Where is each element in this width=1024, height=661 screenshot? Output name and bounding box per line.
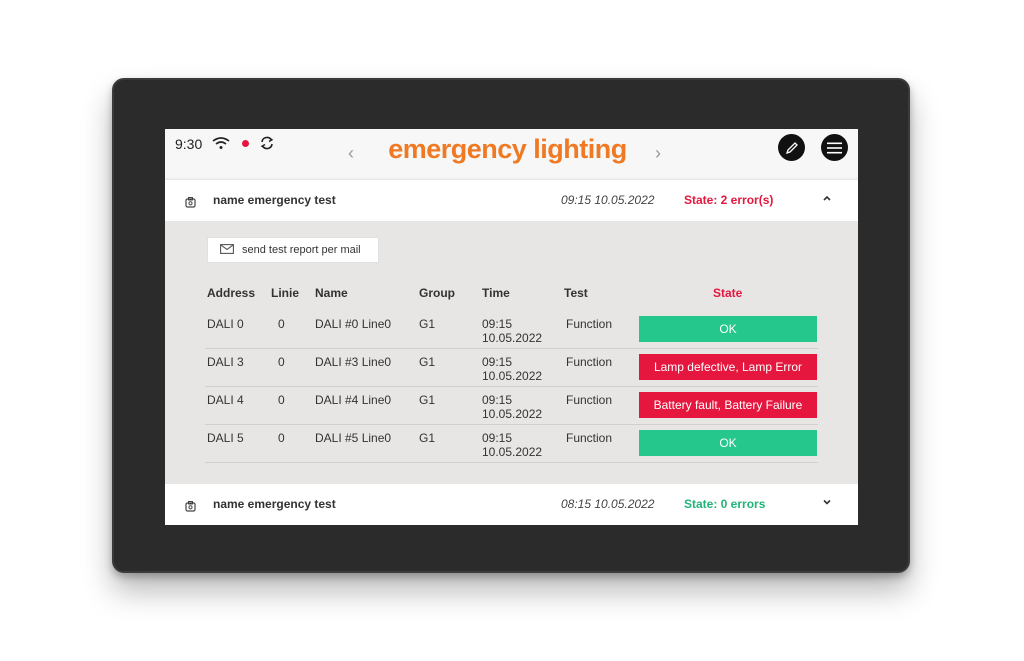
- cell-name: DALI #4 Line0: [315, 393, 392, 407]
- cell-time: 09:15: [482, 317, 513, 331]
- cell-test: Function: [566, 431, 613, 445]
- cell-address: DALI 5: [207, 431, 244, 445]
- cell-group: G1: [419, 317, 436, 331]
- cell-test: Function: [566, 355, 613, 369]
- cell-test: Function: [566, 317, 613, 331]
- state-badge: OK: [639, 430, 817, 456]
- mail-icon: [220, 241, 234, 259]
- cell-time: 09:15: [482, 431, 513, 445]
- cell-address: DALI 0: [207, 317, 244, 331]
- column-header-name: Name: [315, 286, 348, 300]
- page-title: emergency lighting: [388, 134, 627, 164]
- hamburger-icon: [827, 142, 842, 153]
- cell-group: G1: [419, 431, 436, 445]
- clock: 9:30: [175, 136, 203, 152]
- cell-name: DALI #0 Line0: [315, 317, 392, 331]
- test-icon: [185, 499, 196, 517]
- wifi-icon: [212, 136, 230, 155]
- previous-page-icon[interactable]: ‹: [348, 143, 354, 164]
- cell-date: 10.05.2022: [482, 407, 543, 421]
- cell-time: 09:15: [482, 355, 513, 369]
- next-page-icon[interactable]: ›: [655, 143, 661, 164]
- column-header-test: Test: [564, 286, 588, 300]
- chevron-up-icon[interactable]: [822, 192, 832, 206]
- state-badge: Battery fault, Battery Failure: [639, 392, 817, 418]
- state-badge: OK: [639, 316, 817, 342]
- column-header-state: State: [713, 286, 743, 300]
- table-row: DALI 4 0 DALI #4 Line0 G1 09:15 10.05.20…: [205, 386, 818, 425]
- send-report-mail-button[interactable]: send test report per mail: [207, 237, 379, 263]
- test-name: name emergency test: [213, 193, 336, 207]
- test-timestamp: 09:15 10.05.2022: [561, 193, 655, 207]
- top-bar: 9:30 ‹ emergency lighting ›: [165, 129, 858, 177]
- test-section-header[interactable]: name emergency test 08:15 10.05.2022 Sta…: [165, 484, 858, 525]
- status-dot-icon: [242, 140, 249, 147]
- cell-group: G1: [419, 355, 436, 369]
- cell-name: DALI #3 Line0: [315, 355, 392, 369]
- table-row: DALI 0 0 DALI #0 Line0 G1 09:15 10.05.20…: [205, 310, 818, 349]
- cell-date: 10.05.2022: [482, 445, 543, 459]
- chevron-down-icon[interactable]: [822, 496, 832, 510]
- pencil-icon: [785, 141, 798, 154]
- test-details-panel: send test report per mail Address Linie …: [165, 221, 858, 484]
- cell-address: DALI 3: [207, 355, 244, 369]
- test-state: State: 2 error(s): [684, 193, 774, 207]
- column-header-time: Time: [482, 286, 510, 300]
- edit-button[interactable]: [778, 134, 805, 161]
- table-row: DALI 5 0 DALI #5 Line0 G1 09:15 10.05.20…: [205, 424, 818, 463]
- cell-linie: 0: [278, 355, 285, 369]
- cell-linie: 0: [278, 393, 285, 407]
- cell-address: DALI 4: [207, 393, 244, 407]
- column-header-address: Address: [207, 286, 256, 300]
- cell-name: DALI #5 Line0: [315, 431, 392, 445]
- test-icon: [185, 195, 196, 213]
- cell-group: G1: [419, 393, 436, 407]
- send-report-mail-label: send test report per mail: [242, 244, 361, 256]
- table-row: DALI 3 0 DALI #3 Line0 G1 09:15 10.05.20…: [205, 348, 818, 387]
- state-badge: Lamp defective, Lamp Error: [639, 354, 817, 380]
- test-timestamp: 08:15 10.05.2022: [561, 497, 655, 511]
- screen: 9:30 ‹ emergency lighting › name emergen…: [165, 129, 858, 525]
- sync-icon[interactable]: [259, 135, 275, 156]
- column-header-group: Group: [419, 286, 455, 300]
- cell-test: Function: [566, 393, 613, 407]
- test-name: name emergency test: [213, 497, 336, 511]
- cell-date: 10.05.2022: [482, 331, 543, 345]
- menu-button[interactable]: [821, 134, 848, 161]
- cell-linie: 0: [278, 317, 285, 331]
- cell-date: 10.05.2022: [482, 369, 543, 383]
- cell-time: 09:15: [482, 393, 513, 407]
- cell-linie: 0: [278, 431, 285, 445]
- test-section-header[interactable]: name emergency test 09:15 10.05.2022 Sta…: [165, 179, 858, 222]
- test-state: State: 0 errors: [684, 497, 766, 511]
- column-header-linie: Linie: [271, 286, 300, 300]
